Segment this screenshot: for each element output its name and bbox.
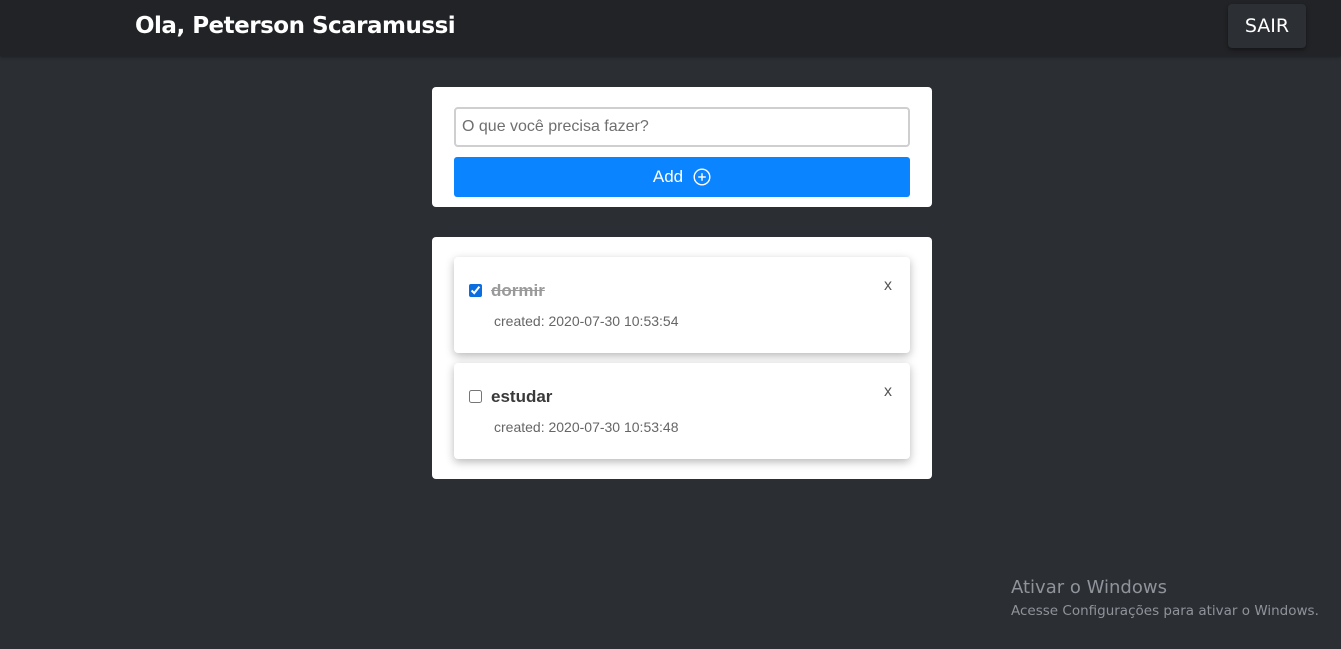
task-complete-checkbox[interactable] (469, 284, 482, 297)
task-created-date: created: 2020-07-30 10:53:48 (494, 419, 679, 435)
task-created-date: created: 2020-07-30 10:53:54 (494, 313, 679, 329)
add-task-button[interactable]: Add (454, 157, 910, 197)
delete-task-button[interactable]: x (880, 276, 896, 296)
task-item: dormir created: 2020-07-30 10:53:54 x (454, 257, 910, 353)
delete-task-button[interactable]: x (880, 382, 896, 402)
add-button-label: Add (652, 167, 684, 186)
task-title: estudar (491, 387, 553, 406)
windows-activation-watermark: Ativar o Windows Acesse Configurações pa… (1011, 576, 1319, 622)
watermark-title: Ativar o Windows (1011, 577, 1167, 598)
user-greeting: Ola, Peterson Scaramussi (135, 13, 456, 39)
task-input[interactable] (454, 107, 910, 147)
watermark-subtitle: Acesse Configurações para ativar o Windo… (1011, 603, 1319, 619)
new-task-form: Add (432, 87, 932, 207)
task-title: dormir (491, 281, 545, 300)
top-bar: Ola, Peterson Scaramussi SAIR (0, 0, 1341, 56)
plus-circle-icon (693, 168, 711, 186)
logout-button[interactable]: SAIR (1228, 4, 1306, 48)
task-complete-checkbox[interactable] (469, 390, 482, 403)
task-list: dormir created: 2020-07-30 10:53:54 x es… (432, 237, 932, 479)
task-item: estudar created: 2020-07-30 10:53:48 x (454, 363, 910, 459)
